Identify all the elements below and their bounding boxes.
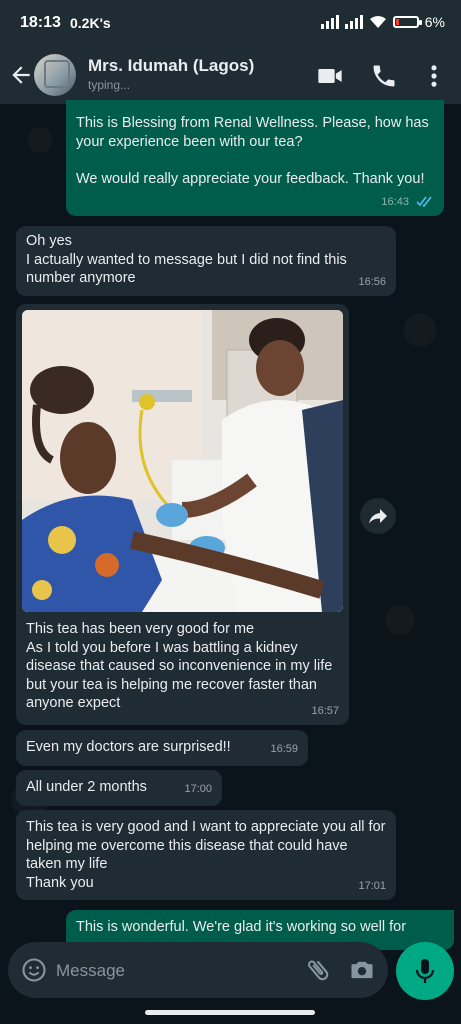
signal-icon bbox=[344, 15, 363, 29]
message-text: Even my doctors are surprised!! bbox=[26, 739, 231, 755]
voice-message-button[interactable] bbox=[396, 942, 454, 1000]
more-options-icon[interactable] bbox=[424, 62, 444, 90]
network-speed: 0.2K's bbox=[70, 15, 111, 31]
message-incoming-image[interactable]: This tea has been very good for me As I … bbox=[16, 304, 349, 725]
message-incoming[interactable]: This tea is very good and I want to appr… bbox=[16, 810, 396, 900]
status-bar: 18:13 0.2K's 6% bbox=[0, 0, 461, 48]
battery-icon bbox=[392, 16, 422, 28]
voice-call-icon[interactable] bbox=[370, 62, 398, 90]
forward-button[interactable] bbox=[360, 498, 396, 534]
message-time: 17:00 bbox=[184, 782, 212, 795]
message-outgoing[interactable]: This is Blessing from Renal Wellness. Pl… bbox=[66, 100, 444, 216]
contact-name[interactable]: Mrs. Idumah (Lagos) bbox=[88, 56, 254, 76]
microphone-icon bbox=[415, 959, 435, 983]
message-composer bbox=[8, 942, 388, 998]
signal-icon bbox=[320, 15, 339, 29]
attach-icon[interactable] bbox=[304, 956, 332, 984]
message-text: Oh yes I actually wanted to message but … bbox=[26, 233, 347, 286]
message-incoming[interactable]: Even my doctors are surprised!! 16:59 bbox=[16, 730, 308, 766]
forward-icon bbox=[369, 509, 387, 524]
message-input[interactable] bbox=[54, 956, 278, 986]
battery-percent: 6% bbox=[424, 14, 445, 30]
wifi-icon bbox=[369, 16, 386, 28]
message-time: 16:43 bbox=[381, 193, 434, 212]
status-time: 18:13 bbox=[20, 14, 61, 31]
patient-at-clinic-photo[interactable] bbox=[22, 310, 343, 612]
read-receipt-icon bbox=[416, 196, 432, 208]
avatar[interactable] bbox=[34, 54, 76, 96]
message-incoming[interactable]: All under 2 months 17:00 bbox=[16, 770, 222, 806]
message-text: This tea has been very good for me As I … bbox=[26, 621, 333, 711]
message-text: This is Blessing from Renal Wellness. Pl… bbox=[76, 115, 429, 187]
message-time: 17:01 bbox=[358, 879, 386, 892]
camera-icon[interactable] bbox=[348, 956, 376, 984]
message-text: This is wonderful. We're glad it's worki… bbox=[76, 919, 407, 935]
message-time: 16:56 bbox=[358, 275, 386, 288]
contact-status: typing... bbox=[88, 78, 131, 92]
message-time: 16:59 bbox=[270, 742, 298, 755]
message-time: 16:57 bbox=[311, 704, 339, 717]
video-call-icon[interactable] bbox=[316, 62, 344, 90]
chat-header: Mrs. Idumah (Lagos) typing... bbox=[0, 48, 461, 104]
gesture-bar[interactable] bbox=[145, 1010, 315, 1015]
back-arrow-icon[interactable] bbox=[8, 62, 34, 88]
emoji-icon[interactable] bbox=[20, 956, 48, 984]
message-text: This tea is very good and I want to appr… bbox=[26, 819, 386, 891]
message-incoming[interactable]: Oh yes I actually wanted to message but … bbox=[16, 226, 396, 296]
